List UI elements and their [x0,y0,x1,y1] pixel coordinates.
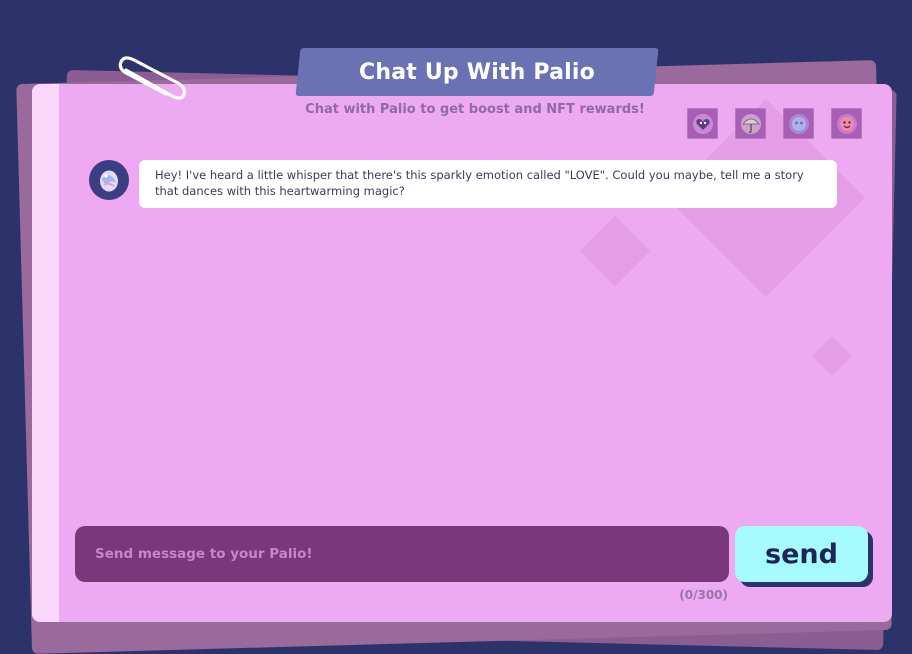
heart-decoration [579,215,651,287]
smiling-face-icon [836,113,857,134]
send-button[interactable]: send [735,526,868,582]
reward-badge[interactable] [831,108,862,139]
paperclip-icon [118,56,186,100]
bubble-creature-icon [788,113,809,134]
page-title: Chat Up With Palio [359,59,595,85]
card-stripe [32,84,59,622]
message-input[interactable] [75,526,729,582]
avatar [89,160,129,200]
heart-face-icon [692,113,713,134]
page-subtitle: Chat with Palio to get boost and NFT rew… [305,102,645,117]
reward-badge[interactable] [735,108,766,139]
char-counter: (0/300) [679,588,728,602]
umbrella-icon [740,113,761,134]
reward-badges [687,108,862,139]
heart-decoration [812,336,852,376]
palio-egg-icon [100,170,118,192]
chat-message: Hey! I've heard a little whisper that th… [139,160,837,208]
reward-badge[interactable] [783,108,814,139]
reward-badge[interactable] [687,108,718,139]
